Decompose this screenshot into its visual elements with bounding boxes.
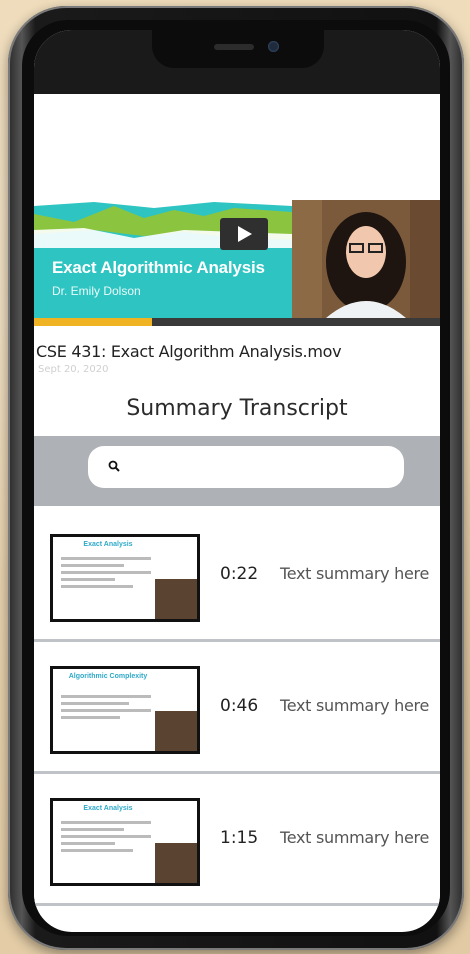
file-title: CSE 431: Exact Algorithm Analysis.mov xyxy=(36,342,342,361)
transcript-row[interactable]: Exact Analysis 0:22 Text summary here xyxy=(34,514,440,642)
thumbnail-title: Algorithmic Complexity xyxy=(68,673,148,680)
thumbnail-text-lines xyxy=(61,695,151,723)
transcript-time: 0:22 xyxy=(220,564,259,584)
search-input[interactable] xyxy=(132,454,396,482)
summary-title: Summary Transcript xyxy=(126,396,348,421)
thumbnail-webcam xyxy=(155,843,197,883)
search-bar xyxy=(34,436,440,506)
thumbnail-title: Exact Analysis xyxy=(83,805,133,812)
search-box[interactable] xyxy=(88,446,404,488)
camera-icon xyxy=(268,41,279,52)
transcript-summary: Text summary here xyxy=(280,564,429,583)
file-date: Sept 20, 2020 xyxy=(38,364,109,375)
notch xyxy=(152,30,324,68)
search-icon xyxy=(108,460,120,472)
video-presenter: Dr. Emily Dolson xyxy=(52,284,141,298)
play-button[interactable] xyxy=(220,218,268,250)
video-title: Exact Algorithmic Analysis xyxy=(52,258,265,277)
transcript-summary: Text summary here xyxy=(280,828,429,847)
thumbnail-text-lines xyxy=(61,821,151,856)
thumbnail-webcam xyxy=(155,711,197,751)
video-player[interactable]: Exact Algorithmic Analysis Dr. Emily Dol… xyxy=(34,200,440,318)
thumbnail-webcam xyxy=(155,579,197,619)
phone-screen: Exact Algorithmic Analysis Dr. Emily Dol… xyxy=(34,30,440,932)
transcript-time: 0:46 xyxy=(220,696,259,716)
status-bar xyxy=(34,30,440,94)
transcript-time: 1:15 xyxy=(220,828,259,848)
video-slide: Exact Algorithmic Analysis Dr. Emily Dol… xyxy=(34,200,292,318)
transcript-row[interactable]: Algorithmic Complexity 0:46 Text summary… xyxy=(34,646,440,774)
webcam-feed xyxy=(292,200,440,318)
transcript-summary: Text summary here xyxy=(280,696,429,715)
transcript-thumbnail: Exact Analysis xyxy=(50,798,200,886)
transcript-row[interactable]: Exact Analysis 1:15 Text summary here xyxy=(34,778,440,906)
video-progress-bar[interactable] xyxy=(34,318,440,326)
thumbnail-text-lines xyxy=(61,557,151,592)
top-spacer xyxy=(34,94,440,200)
speaker-icon xyxy=(214,44,254,50)
transcript-thumbnail: Exact Analysis xyxy=(50,534,200,622)
video-progress-fill xyxy=(34,318,152,326)
transcript-thumbnail: Algorithmic Complexity xyxy=(50,666,200,754)
thumbnail-title: Exact Analysis xyxy=(83,541,133,548)
presenter-image xyxy=(292,200,440,318)
